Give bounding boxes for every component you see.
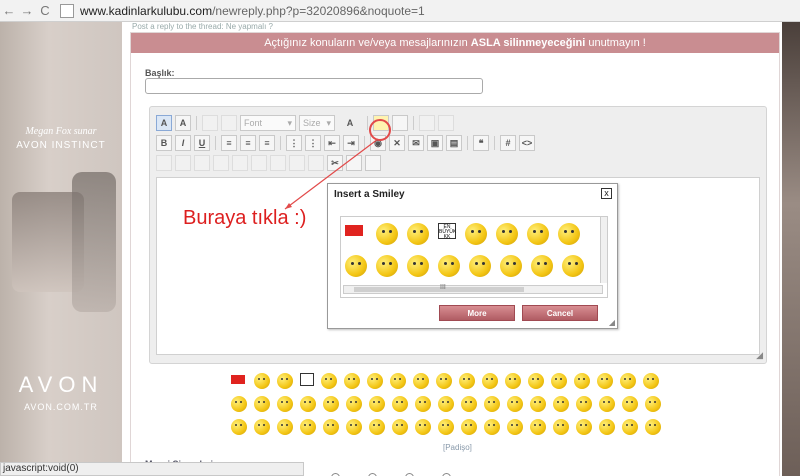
perfume-bottle-image <box>72 172 116 312</box>
smiley-icon[interactable] <box>254 419 270 435</box>
smiley-icon[interactable] <box>415 396 431 412</box>
smiley-icon[interactable] <box>645 419 661 435</box>
smiley-icon[interactable] <box>346 396 362 412</box>
smiley-icon[interactable] <box>367 373 383 389</box>
smiley-icon[interactable] <box>505 373 521 389</box>
smiley-icon[interactable] <box>461 419 477 435</box>
smiley-icon[interactable] <box>323 396 339 412</box>
smiley-icon[interactable] <box>553 396 569 412</box>
smiley-icon[interactable] <box>254 373 270 389</box>
ad-line1: Megan Fox sunar <box>25 126 97 137</box>
more-smilies-link[interactable]: [Padişo] <box>443 443 472 452</box>
smiley-table-row <box>231 396 691 412</box>
browser-address-bar: ← → C www.kadinlarkulubu.com/newreply.ph… <box>0 0 800 22</box>
smiley-icon[interactable] <box>484 396 500 412</box>
smiley-icon[interactable] <box>392 419 408 435</box>
ad-url: AVON.COM.TR <box>24 402 98 412</box>
smiley-icon[interactable] <box>231 419 247 435</box>
smiley-icon[interactable] <box>622 396 638 412</box>
smiley-icon[interactable] <box>507 396 523 412</box>
smiley-icon[interactable] <box>530 419 546 435</box>
smiley-icon[interactable] <box>574 373 590 389</box>
smiley-icon[interactable] <box>507 419 523 435</box>
forward-icon[interactable]: → <box>18 2 36 20</box>
turkish-flag-smiley[interactable] <box>231 373 247 389</box>
smiley-icon[interactable] <box>459 373 475 389</box>
left-advertisement[interactable]: Megan Fox sunar AVON INSTINCT AVON AVON.… <box>0 22 122 476</box>
smiley-icon[interactable] <box>390 373 406 389</box>
smiley-icon[interactable] <box>599 419 615 435</box>
smiley-icon[interactable] <box>643 373 659 389</box>
smiley-icon[interactable] <box>254 396 270 412</box>
smiley-icon[interactable] <box>645 396 661 412</box>
smiley-icon[interactable] <box>300 396 316 412</box>
smiley-icon[interactable] <box>277 419 293 435</box>
page-icon <box>60 3 74 18</box>
smiley-icon[interactable] <box>576 396 592 412</box>
reload-icon[interactable]: C <box>36 2 54 20</box>
smiley-icon[interactable] <box>392 396 408 412</box>
ad-line2: AVON INSTINCT <box>16 140 106 151</box>
smiley-icon[interactable] <box>530 396 546 412</box>
status-bar: javascript:void(0) <box>0 462 304 476</box>
smiley-table-row <box>231 373 691 389</box>
back-icon[interactable]: ← <box>0 2 18 20</box>
smiley-icon[interactable] <box>528 373 544 389</box>
main-content: Post a reply to the thread: Ne yapmalı ?… <box>122 22 782 476</box>
smiley-icon[interactable] <box>436 373 452 389</box>
smiley-icon[interactable] <box>300 419 316 435</box>
smiley-icon[interactable] <box>551 373 567 389</box>
smiley-icon[interactable] <box>369 419 385 435</box>
right-advertisement[interactable] <box>782 22 800 476</box>
smiley-icon[interactable] <box>231 396 247 412</box>
smiley-icon[interactable] <box>620 373 636 389</box>
smiley-icon[interactable] <box>622 419 638 435</box>
breadcrumb[interactable]: Post a reply to the thread: Ne yapmalı ? <box>132 22 273 31</box>
url-field[interactable]: www.kadinlarkulubu.com/newreply.php?p=32… <box>80 4 425 18</box>
smiley-icon[interactable] <box>277 373 293 389</box>
smiley-icon[interactable] <box>597 373 613 389</box>
smiley-icon[interactable] <box>576 419 592 435</box>
reply-panel: Açtığınız konuların ve/veya mesajlarınız… <box>130 32 780 476</box>
smiley-icon[interactable] <box>369 396 385 412</box>
smiley-icon[interactable] <box>553 419 569 435</box>
smiley-icon[interactable] <box>484 419 500 435</box>
smiley-icon[interactable] <box>482 373 498 389</box>
smiley-icon[interactable] <box>461 396 477 412</box>
ad-brand: AVON <box>18 372 104 397</box>
smiley-icon[interactable] <box>323 419 339 435</box>
smiley-icon[interactable] <box>438 396 454 412</box>
smiley-icon[interactable] <box>599 396 615 412</box>
smiley-icon[interactable] <box>344 373 360 389</box>
smiley-icon[interactable] <box>321 373 337 389</box>
smiley-icon[interactable] <box>413 373 429 389</box>
smiley-icon[interactable] <box>438 419 454 435</box>
url-host: www.kadinlarkulubu.com <box>80 3 213 18</box>
smiley-table <box>231 373 691 442</box>
smiley-icon[interactable] <box>277 396 293 412</box>
smiley-table-row <box>231 419 691 435</box>
smiley-icon[interactable] <box>415 419 431 435</box>
url-path: /newreply.php?p=32020896&noquote=1 <box>212 3 425 18</box>
smiley-icon[interactable] <box>346 419 362 435</box>
sign-smiley[interactable] <box>300 373 314 386</box>
